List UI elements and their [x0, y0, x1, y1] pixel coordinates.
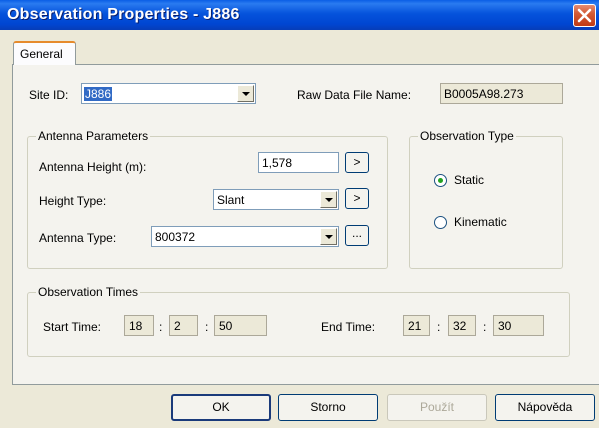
raw-data-file-value: B0005A98.273	[444, 87, 524, 101]
time-separator: :	[159, 320, 163, 334]
antenna-height-input[interactable]: 1,578	[258, 152, 339, 173]
end-second-value: 30	[498, 319, 512, 333]
chevron-down-icon	[325, 198, 333, 202]
end-second-field: 30	[493, 315, 544, 336]
height-type-label: Height Type:	[39, 194, 107, 208]
static-radio-label[interactable]: Static	[454, 173, 484, 187]
start-hour-field: 18	[124, 315, 154, 336]
end-hour-field: 21	[403, 315, 430, 336]
antenna-type-label: Antenna Type:	[39, 231, 117, 245]
cancel-button[interactable]: Storno	[278, 394, 378, 421]
start-minute-value: 2	[174, 319, 181, 333]
antenna-type-value: 800372	[155, 230, 196, 244]
time-separator: :	[437, 320, 441, 334]
observation-type-group	[409, 136, 563, 269]
site-id-select[interactable]: J886	[81, 83, 256, 104]
start-second-field: 50	[214, 315, 267, 336]
time-separator: :	[205, 320, 209, 334]
kinematic-radio-label[interactable]: Kinematic	[454, 215, 507, 229]
chevron-down-icon	[242, 92, 250, 96]
height-type-value: Slant	[217, 193, 245, 207]
end-minute-value: 32	[453, 319, 467, 333]
observation-type-title: Observation Type	[418, 129, 516, 143]
antenna-type-select[interactable]: 800372	[151, 226, 339, 247]
raw-data-file-label: Raw Data File Name:	[297, 88, 412, 102]
height-type-select[interactable]: Slant	[213, 189, 339, 210]
close-button[interactable]	[573, 4, 596, 27]
apply-button[interactable]: Použít	[387, 394, 487, 421]
tab-general[interactable]: General	[13, 41, 76, 65]
start-time-label: Start Time:	[43, 320, 102, 334]
close-icon	[577, 8, 592, 23]
antenna-type-browse-button[interactable]: ...	[345, 225, 369, 246]
antenna-height-label: Antenna Height (m):	[39, 160, 147, 174]
observation-times-group	[27, 292, 570, 357]
height-type-more-button[interactable]: >	[345, 188, 369, 209]
title-bar: Observation Properties - J886	[0, 0, 599, 30]
antenna-parameters-title: Antenna Parameters	[36, 129, 151, 143]
static-radio[interactable]	[434, 174, 447, 187]
site-id-dropdown-button[interactable]	[237, 85, 254, 102]
antenna-type-dropdown-button[interactable]	[320, 228, 337, 245]
end-hour-value: 21	[408, 319, 422, 333]
start-second-value: 50	[219, 319, 233, 333]
height-type-dropdown-button[interactable]	[320, 191, 337, 208]
antenna-height-more-button[interactable]: >	[345, 152, 369, 173]
help-button[interactable]: Nápověda	[495, 394, 595, 421]
ok-button[interactable]: OK	[171, 394, 271, 421]
observation-times-title: Observation Times	[36, 285, 141, 299]
start-minute-field: 2	[169, 315, 198, 336]
window-title: Observation Properties - J886	[7, 6, 240, 23]
chevron-down-icon	[325, 235, 333, 239]
site-id-value: J886	[84, 87, 113, 101]
antenna-height-value: 1,578	[262, 156, 293, 170]
end-time-label: End Time:	[321, 320, 376, 334]
site-id-label: Site ID:	[29, 88, 69, 102]
kinematic-radio[interactable]	[434, 216, 447, 229]
raw-data-file-field: B0005A98.273	[440, 83, 563, 104]
start-hour-value: 18	[129, 319, 143, 333]
end-minute-field: 32	[448, 315, 476, 336]
time-separator: :	[483, 320, 487, 334]
